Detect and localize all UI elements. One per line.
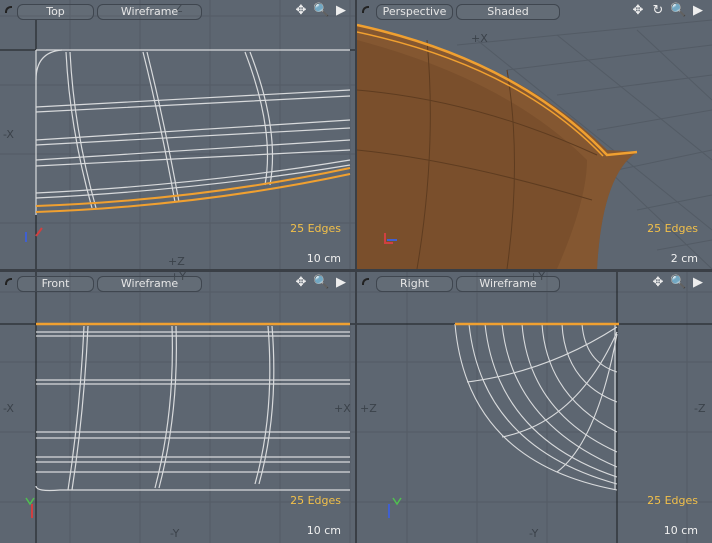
menu-arrow-icon[interactable]: ▶ <box>690 275 706 290</box>
pan-icon[interactable]: ✥ <box>293 3 309 18</box>
menu-arrow-icon[interactable]: ▶ <box>333 3 349 18</box>
edge-count: 25 Edges <box>647 222 698 235</box>
viewport-top[interactable]: Top Wireframe ✥ 🔍 ▶ -X +Z Z 25 Edges 10 cm <box>0 0 355 269</box>
menu-arrow-icon[interactable]: ▶ <box>690 3 706 18</box>
shading-selector[interactable]: Shaded <box>456 4 560 20</box>
axis-label-bottom: +Z <box>168 255 185 268</box>
view-selector[interactable]: Front <box>17 276 94 292</box>
viewport-right[interactable]: Right Wireframe ✥ 🔍 ▶ +Z -Z -Y +Y 25 Edges… <box>357 272 712 543</box>
pan-icon[interactable]: ✥ <box>630 3 646 18</box>
shading-selector[interactable]: Wireframe <box>97 276 202 292</box>
axis-label-left: +Z <box>360 402 377 415</box>
viewport-menu-corner[interactable] <box>5 6 12 13</box>
viewport-menu-corner[interactable] <box>5 278 12 285</box>
axis-label-left: -X <box>3 402 14 415</box>
shading-selector[interactable]: Wireframe <box>97 4 202 20</box>
viewport-header: Perspective Shaded ✥ ↻ 🔍 ▶ <box>357 0 712 24</box>
grid-scale: 2 cm <box>670 252 698 265</box>
viewport-front[interactable]: Front Wireframe ✥ 🔍 ▶ -X +X -Y +Y 25 Edges… <box>0 272 355 543</box>
viewport-perspective[interactable]: Perspective Shaded ✥ ↻ 🔍 ▶ +X 25 Edges 2 cm <box>357 0 712 269</box>
viewport-header: Top Wireframe ✥ 🔍 ▶ <box>0 0 355 24</box>
viewport-header: Right Wireframe ✥ 🔍 ▶ <box>357 272 712 296</box>
axis-label-left: -X <box>3 128 14 141</box>
axis-label-bottom: -Y <box>170 527 180 540</box>
edge-count: 25 Edges <box>290 494 341 507</box>
rotate-icon[interactable]: ↻ <box>650 3 666 18</box>
pan-icon[interactable]: ✥ <box>293 275 309 290</box>
edge-count: 25 Edges <box>647 494 698 507</box>
zoom-icon[interactable]: 🔍 <box>313 275 329 290</box>
axis-label-top: +X <box>471 32 488 45</box>
shading-selector[interactable]: Wireframe <box>456 276 560 292</box>
viewport-menu-corner[interactable] <box>362 278 369 285</box>
viewport-menu-corner[interactable] <box>362 6 369 13</box>
viewport-header: Front Wireframe ✥ 🔍 ▶ <box>0 272 355 296</box>
axis-label-right: -Z <box>694 402 706 415</box>
view-selector[interactable]: Right <box>376 276 453 292</box>
zoom-icon[interactable]: 🔍 <box>670 275 686 290</box>
edge-count: 25 Edges <box>290 222 341 235</box>
zoom-icon[interactable]: 🔍 <box>670 3 686 18</box>
grid-scale: 10 cm <box>663 524 698 537</box>
view-selector[interactable]: Top <box>17 4 94 20</box>
zoom-icon[interactable]: 🔍 <box>313 3 329 18</box>
menu-arrow-icon[interactable]: ▶ <box>333 275 349 290</box>
grid-scale: 10 cm <box>306 252 341 265</box>
view-selector[interactable]: Perspective <box>376 4 453 20</box>
pan-icon[interactable]: ✥ <box>650 275 666 290</box>
axis-label-right: +X <box>334 402 351 415</box>
axis-label-bottom: -Y <box>529 527 539 540</box>
grid-scale: 10 cm <box>306 524 341 537</box>
